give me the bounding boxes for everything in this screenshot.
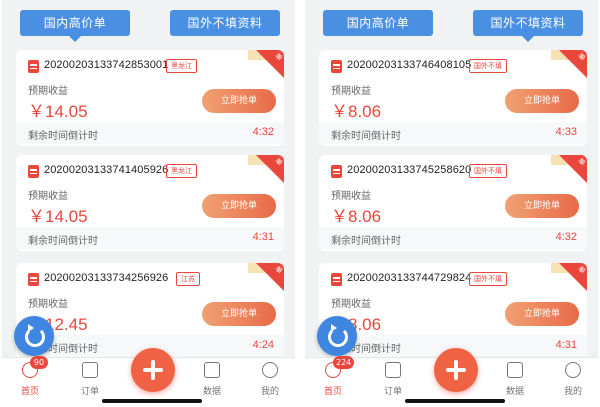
person-icon <box>262 362 278 378</box>
nav-home-label: 首页 <box>20 387 39 397</box>
region-badge: 黑龙江 <box>166 164 197 178</box>
refresh-icon[interactable] <box>317 316 357 356</box>
region-badge: 国外不填 <box>469 59 507 73</box>
order-list-panel-foreign: 国内高价单 国外不填资料 单 20200203133746408105 国外不填… <box>305 0 598 407</box>
plus-icon[interactable] <box>131 348 175 392</box>
clipboard-icon <box>82 362 98 378</box>
order-card: 单 20200203133746408105 国外不填 预期收益 ￥8.06 立… <box>319 50 587 146</box>
order-type-tabs: 国内高价单 国外不填资料 <box>305 10 598 42</box>
countdown-time: 4:31 <box>555 339 577 351</box>
countdown-label: 剩余时间倒计时 <box>331 236 401 247</box>
tab-foreign-no-info[interactable]: 国外不填资料 <box>473 10 583 42</box>
nav-mine[interactable]: 我的 <box>555 362 591 397</box>
region-badge: 黑龙江 <box>166 59 197 73</box>
doc-icon <box>28 60 39 73</box>
countdown-time: 4:32 <box>252 126 274 138</box>
expected-income-label: 预期收益 <box>331 191 371 202</box>
order-card: 单 20200203133745258620 国外不填 预期收益 ￥8.06 立… <box>319 155 587 251</box>
grab-order-button[interactable]: 立即抢单 <box>505 194 579 218</box>
doc-icon <box>28 165 39 178</box>
nav-mine-label: 我的 <box>563 387 582 397</box>
grab-order-button[interactable]: 立即抢单 <box>202 89 276 113</box>
expected-income-label: 预期收益 <box>28 191 68 202</box>
countdown-row: 剩余时间倒计时 4:31 <box>16 227 284 249</box>
nav-orders-label: 订单 <box>80 387 99 397</box>
chart-icon <box>204 362 220 378</box>
nav-home-label: 首页 <box>323 387 342 397</box>
order-type-tabs: 国内高价单 国外不填资料 <box>2 10 295 42</box>
tab-domestic-high-price[interactable]: 国内高价单 <box>323 10 433 36</box>
person-icon <box>565 362 581 378</box>
order-id: 20200203133744729824 <box>347 272 472 284</box>
order-id: 20200203133745258620 <box>347 164 472 176</box>
nav-orders[interactable]: 订单 <box>72 362 108 397</box>
region-badge: 江苏 <box>176 272 200 286</box>
order-id: 20200203133742853001 <box>44 59 169 71</box>
countdown-label: 剩余时间倒计时 <box>28 236 98 247</box>
order-id: 20200203133746408105 <box>347 59 472 71</box>
doc-icon <box>331 165 342 178</box>
expected-income-value: ￥14.05 <box>28 102 88 121</box>
expected-income-label: 预期收益 <box>28 86 68 97</box>
grab-order-button[interactable]: 立即抢单 <box>202 194 276 218</box>
countdown-time: 4:33 <box>555 126 577 138</box>
refresh-icon[interactable] <box>14 316 54 356</box>
notification-badge: 224 <box>333 356 355 369</box>
home-indicator <box>102 399 202 403</box>
order-id: 20200203133741405926 <box>44 164 169 176</box>
nav-mine-label: 我的 <box>260 387 279 397</box>
order-card: 单 20200203133741405926 黑龙江 预期收益 ￥14.05 立… <box>16 155 284 251</box>
tab-foreign-no-info[interactable]: 国外不填资料 <box>170 10 280 36</box>
order-card: 单 20200203133734256926 江苏 预期收益 ￥12.45 立即… <box>16 263 284 359</box>
region-badge: 国外不填 <box>469 164 507 178</box>
order-list-panel-domestic: 国内高价单 国外不填资料 单 20200203133742853001 黑龙江 … <box>2 0 295 407</box>
tab-domestic-high-price[interactable]: 国内高价单 <box>20 10 130 42</box>
nav-home[interactable]: 224 首页 <box>315 356 355 397</box>
countdown-time: 4:31 <box>252 231 274 243</box>
order-card: 单 20200203133742853001 黑龙江 预期收益 ￥14.05 立… <box>16 50 284 146</box>
grab-order-button[interactable]: 立即抢单 <box>505 89 579 113</box>
bottom-tab-bar: 90 首页 订单 数据 我的 <box>2 348 295 407</box>
countdown-row: 剩余时间倒计时 4:33 <box>319 122 587 144</box>
grab-order-button[interactable]: 立即抢单 <box>505 302 579 326</box>
nav-data-label: 数据 <box>202 387 221 397</box>
grab-order-button[interactable]: 立即抢单 <box>202 302 276 326</box>
nav-mine[interactable]: 我的 <box>252 362 288 397</box>
doc-icon <box>28 273 39 286</box>
nav-data[interactable]: 数据 <box>497 362 533 397</box>
countdown-label: 剩余时间倒计时 <box>28 131 98 142</box>
expected-income-value: ￥14.05 <box>28 207 88 226</box>
doc-icon <box>331 273 342 286</box>
expected-income-label: 预期收益 <box>331 299 371 310</box>
bottom-tab-bar: 224 首页 订单 数据 我的 <box>305 348 598 407</box>
doc-icon <box>331 60 342 73</box>
order-card: 单 20200203133744729824 国外不填 预期收益 ￥8.06 立… <box>319 263 587 359</box>
countdown-time: 4:24 <box>252 339 274 351</box>
nav-orders[interactable]: 订单 <box>375 362 411 397</box>
nav-orders-label: 订单 <box>383 387 402 397</box>
plus-icon[interactable] <box>434 348 478 392</box>
nav-data-label: 数据 <box>505 387 524 397</box>
expected-income-value: ￥8.06 <box>331 102 382 121</box>
countdown-time: 4:32 <box>555 231 577 243</box>
order-id: 20200203133734256926 <box>44 272 169 284</box>
chart-icon <box>507 362 523 378</box>
expected-income-value: ￥8.06 <box>331 207 382 226</box>
region-badge: 国外不填 <box>469 272 507 286</box>
nav-data[interactable]: 数据 <box>194 362 230 397</box>
notification-badge: 90 <box>30 356 48 369</box>
home-indicator <box>405 399 505 403</box>
countdown-row: 剩余时间倒计时 4:32 <box>16 122 284 144</box>
countdown-label: 剩余时间倒计时 <box>331 131 401 142</box>
expected-income-label: 预期收益 <box>28 299 68 310</box>
expected-income-label: 预期收益 <box>331 86 371 97</box>
nav-home[interactable]: 90 首页 <box>12 356 48 397</box>
countdown-row: 剩余时间倒计时 4:32 <box>319 227 587 249</box>
clipboard-icon <box>385 362 401 378</box>
